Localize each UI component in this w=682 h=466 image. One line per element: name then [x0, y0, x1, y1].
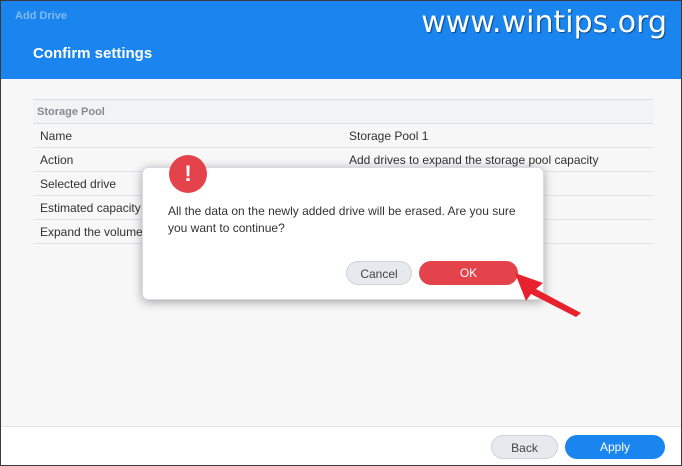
apply-button[interactable]: Apply [565, 435, 665, 459]
ok-button[interactable]: OK [419, 261, 518, 285]
watermark: www.wintips.org [421, 5, 667, 40]
confirm-dialog: All the data on the newly added drive wi… [142, 167, 544, 300]
app-title: Add Drive [15, 10, 67, 22]
pointer-arrow-icon [515, 273, 581, 317]
warning-icon: ! [169, 155, 207, 193]
back-button[interactable]: Back [491, 435, 558, 459]
window-footer: Back Apply [1, 426, 681, 465]
page-title: Confirm settings [33, 45, 153, 62]
window-header: Add Drive Confirm settings www.wintips.o… [1, 1, 681, 79]
add-drive-window: Add Drive Confirm settings www.wintips.o… [0, 0, 682, 466]
dialog-message: All the data on the newly added drive wi… [168, 204, 516, 235]
cancel-button[interactable]: Cancel [346, 261, 412, 285]
